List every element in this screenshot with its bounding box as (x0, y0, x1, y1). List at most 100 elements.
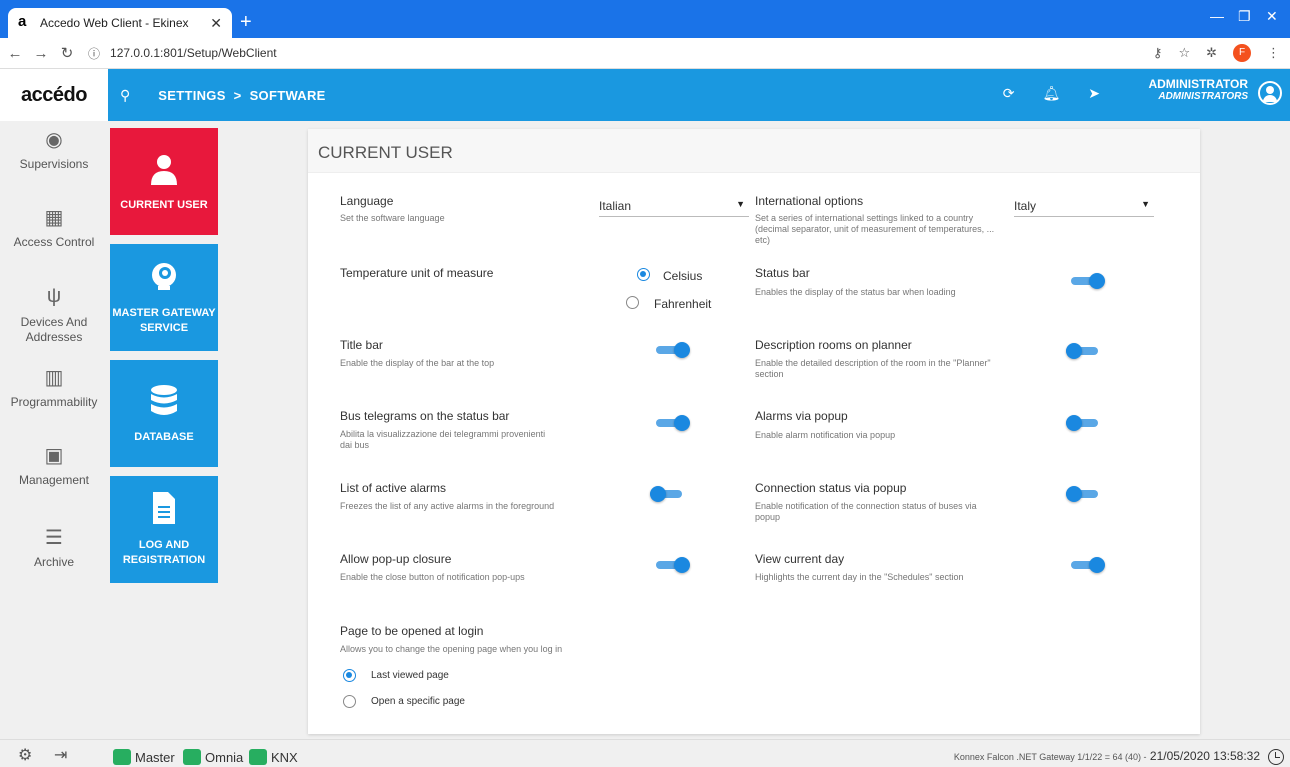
sidebar-item-label: Archive (33, 555, 74, 569)
title-bar-desc: Enable the display of the bar at the top (340, 358, 495, 368)
sidebar: ◉ Supervisions ▦ Access Control ψ Device… (0, 121, 108, 739)
browser-tab[interactable]: a Accedo Web Client - Ekinex ✕ (8, 8, 232, 38)
specific-page-label: Open a specific page (371, 696, 465, 707)
conn-status-label: Connection status via popup (755, 481, 907, 495)
last-viewed-radio[interactable] (343, 669, 356, 682)
dropdown-caret-icon: ▼ (736, 199, 745, 209)
close-window-icon[interactable]: ✕ (1266, 8, 1278, 25)
celsius-label: Celsius (663, 269, 703, 283)
minimize-icon[interactable]: — (1210, 8, 1224, 24)
profile-avatar[interactable]: F (1233, 44, 1251, 62)
badge-icon: ▣ (44, 445, 64, 467)
active-alarms-toggle[interactable] (650, 486, 684, 502)
tile-label: LOG AND REGISTRATION (122, 538, 206, 566)
title-bar-toggle[interactable] (656, 342, 690, 358)
chart-icon: ▥ (44, 367, 64, 389)
clock-icon[interactable] (1268, 749, 1284, 765)
user-name: ADMINISTRATOR (1148, 77, 1248, 91)
sidebar-item-label: Supervisions (19, 157, 89, 171)
breadcrumb-settings[interactable]: SETTINGS (158, 88, 225, 103)
user-icon (149, 153, 179, 189)
popup-closure-toggle[interactable] (656, 557, 690, 573)
language-label: Language (340, 194, 394, 208)
info-icon[interactable]: ⓘ (88, 45, 100, 62)
conn-status-desc: Enable notification of the connection st… (755, 501, 977, 522)
sidebar-item-devices[interactable]: ψ Devices And Addresses (0, 285, 108, 345)
user-avatar-icon[interactable] (1258, 81, 1282, 105)
sync-icon[interactable]: ⟳ (1003, 85, 1015, 102)
active-alarms-desc: Freezes the list of any active alarms in… (340, 501, 555, 511)
tile-label: CURRENT USER (120, 198, 208, 211)
bus-chip-knx[interactable]: KNX (249, 749, 298, 765)
user-block[interactable]: ADMINISTRATOR ADMINISTRATORS (1148, 77, 1248, 102)
current-day-toggle[interactable] (1071, 557, 1105, 573)
popup-closure-desc: Enable the close button of notification … (340, 572, 525, 582)
logo-area: accédo (0, 69, 108, 121)
title-bar-label: Title bar (340, 338, 383, 352)
fahrenheit-radio[interactable] (626, 296, 639, 309)
star-icon[interactable]: ☆ (1178, 45, 1190, 61)
close-tab-icon[interactable]: ✕ (210, 15, 222, 32)
alarms-popup-desc: Enable alarm notification via popup (755, 430, 896, 440)
accedo-logo: accédo (21, 83, 87, 106)
language-value: Italian (599, 198, 632, 213)
sidebar-item-label: Programmability (10, 395, 98, 409)
menu-icon[interactable]: ⋮ (1267, 45, 1280, 61)
specific-page-radio[interactable] (343, 695, 356, 708)
sidebar-item-archive[interactable]: ☰ Archive (0, 525, 108, 569)
key-icon[interactable]: ⚷ (1153, 45, 1163, 61)
login-page-label: Page to be opened at login (340, 624, 484, 638)
language-desc: Set the software language (340, 213, 445, 223)
usb-icon: ψ (46, 285, 62, 307)
sidebar-item-supervisions[interactable]: ◉ Supervisions (0, 127, 108, 171)
bus-telegrams-label: Bus telegrams on the status bar (340, 409, 510, 423)
bus-label: Master (135, 749, 175, 765)
back-icon[interactable]: ← (4, 45, 26, 62)
bus-label: Omnia (205, 749, 244, 765)
bus-chip-omnia[interactable]: Omnia (183, 749, 243, 765)
intl-select[interactable]: Italy ▼ (1014, 195, 1154, 217)
logout-icon[interactable]: ⇥ (54, 745, 67, 765)
reload-icon[interactable]: ↻ (56, 44, 78, 62)
status-bar-toggle[interactable] (1071, 273, 1105, 289)
desc-rooms-toggle[interactable] (1066, 343, 1100, 359)
gateway-info: Konnex Falcon .NET Gateway 1/1/22 = 64 (… (953, 752, 1147, 762)
document-icon (151, 491, 177, 528)
sidebar-item-access-control[interactable]: ▦ Access Control (0, 205, 108, 249)
new-tab-icon[interactable]: + (240, 12, 252, 32)
sidebar-item-label: Access Control (13, 235, 95, 249)
current-day-label: View current day (755, 552, 845, 566)
restore-icon[interactable]: ❐ (1238, 8, 1251, 25)
login-page-desc: Allows you to change the opening page wh… (340, 644, 563, 654)
status-indicator (183, 749, 201, 765)
tile-label: DATABASE (134, 430, 194, 443)
sidebar-item-management[interactable]: ▣ Management (0, 443, 108, 487)
forward-icon[interactable]: → (30, 45, 52, 62)
alarms-popup-toggle[interactable] (1066, 415, 1100, 431)
popup-closure-label: Allow pop-up closure (340, 552, 452, 566)
conn-status-toggle[interactable] (1066, 486, 1100, 502)
alarms-popup-label: Alarms via popup (755, 409, 848, 423)
tile-master-gateway[interactable]: MASTER GATEWAY SERVICE (110, 244, 218, 351)
bus-chip-master[interactable]: Master (113, 749, 175, 765)
bus-label: KNX (271, 749, 298, 765)
settings-gears-icon[interactable]: ⚙ (18, 745, 32, 765)
extension-icon[interactable]: ✲ (1206, 45, 1217, 61)
search-icon[interactable]: ⚲ (120, 87, 130, 104)
url-field[interactable]: 127.0.0.1:801/Setup/WebClient (110, 46, 277, 60)
tile-current-user[interactable]: CURRENT USER (110, 128, 218, 235)
intl-value: Italy (1014, 198, 1037, 213)
bus-telegrams-toggle[interactable] (656, 415, 690, 431)
intl-label: International options (755, 194, 864, 208)
tile-log-registration[interactable]: LOG AND REGISTRATION (110, 476, 218, 583)
status-bar-desc: Enables the display of the status bar wh… (755, 287, 956, 297)
bus-telegrams-desc: Abilita la visualizzazione dei telegramm… (340, 429, 546, 450)
send-icon[interactable]: ➤ (1088, 85, 1100, 102)
language-select[interactable]: Italian ▼ (599, 195, 749, 217)
tile-database[interactable]: DATABASE (110, 360, 218, 467)
app-header: ⚲ SETTINGS > SOFTWARE ⟳ 🔔︎ ➤ ADMINISTRAT… (108, 69, 1290, 121)
sidebar-item-programmability[interactable]: ▥ Programmability (0, 365, 108, 409)
bell-icon[interactable]: 🔔︎ (1042, 85, 1060, 102)
celsius-radio[interactable] (637, 268, 650, 281)
gateway-icon (148, 260, 180, 296)
